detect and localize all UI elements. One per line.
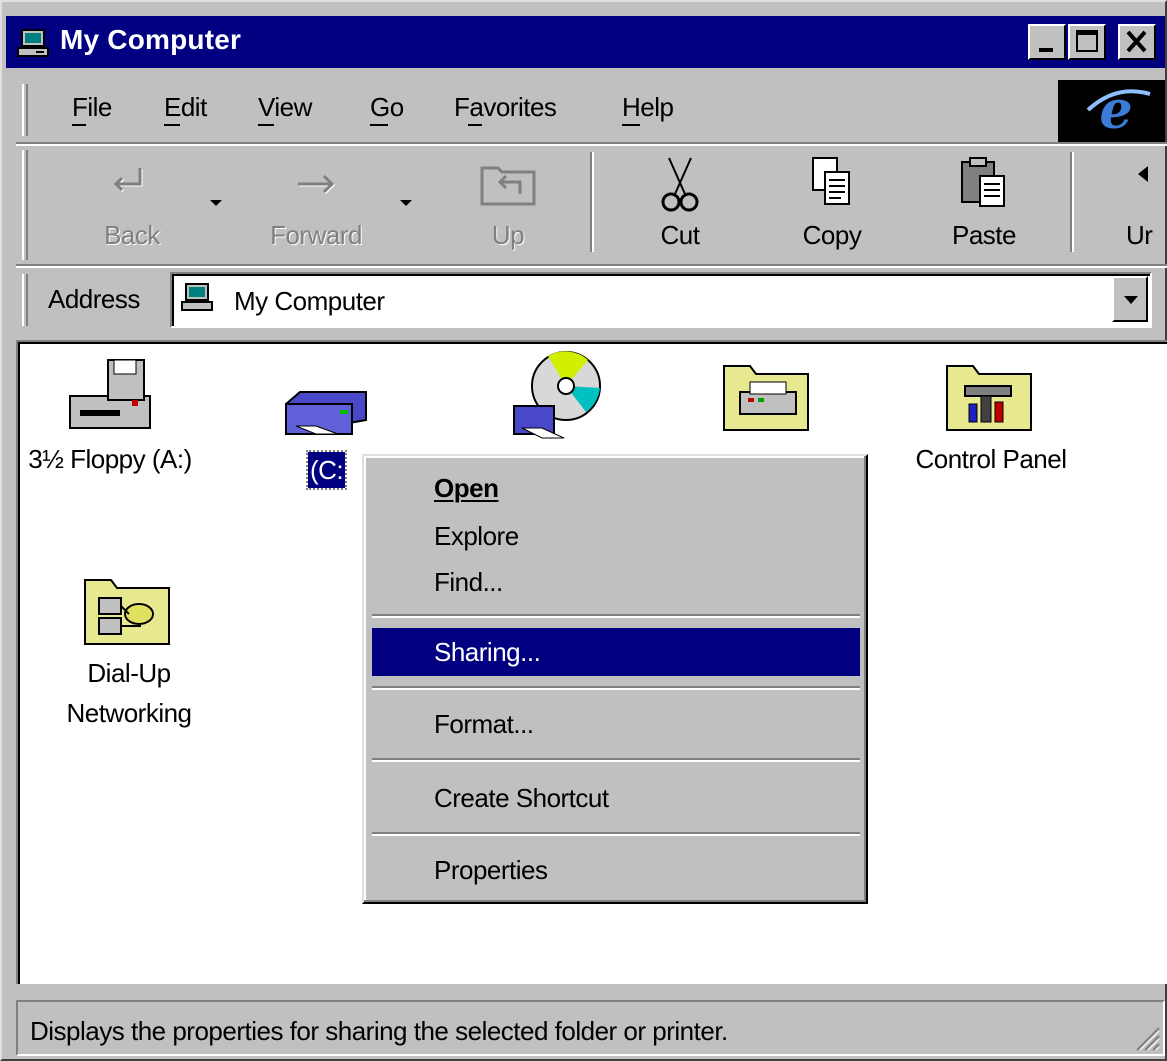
- menu-view-mnemonic: [258, 124, 274, 126]
- copy-button[interactable]: Copy: [772, 150, 892, 260]
- floppy-drive-label: 3½ Floppy (A:): [28, 444, 192, 474]
- menubar-grip[interactable]: [22, 84, 28, 136]
- cut-label: Cut: [660, 220, 700, 250]
- up-button[interactable]: Up: [448, 150, 568, 260]
- status-text: Displays the properties for sharing the …: [30, 1016, 728, 1046]
- up-label: Up: [491, 220, 525, 250]
- undo-icon: [1138, 166, 1148, 182]
- scissors-icon: [661, 157, 699, 212]
- menu-view[interactable]: View: [258, 92, 312, 123]
- menu-edit[interactable]: Edit: [164, 92, 207, 123]
- address-value: My Computer: [234, 286, 385, 316]
- undo-label: Ur: [1126, 220, 1153, 250]
- back-label: Back: [104, 220, 160, 250]
- menu-file[interactable]: File: [72, 92, 112, 123]
- maximize-icon: [1076, 30, 1098, 52]
- dial-up-networking-icon: [84, 579, 170, 645]
- hard-drive-label: (C:: [305, 450, 348, 490]
- control-panel-icon: [946, 365, 1032, 431]
- toolbar-separator-2: [1070, 152, 1074, 252]
- context-menu-separator: [372, 832, 860, 836]
- context-menu-sharing[interactable]: Sharing...: [372, 628, 860, 676]
- cd-drive-icon: [513, 351, 601, 439]
- context-menu-find[interactable]: Find...: [372, 558, 860, 606]
- printers-folder-icon: [723, 365, 809, 431]
- title-bar[interactable]: My Computer: [6, 16, 1165, 68]
- context-menu-separator: [372, 686, 860, 690]
- addressbar-grip[interactable]: [22, 274, 28, 326]
- copy-icon: [812, 157, 850, 205]
- menu-edit-mnemonic: [164, 124, 180, 126]
- toolbar-separator: [590, 152, 594, 252]
- context-menu-explore[interactable]: Explore: [372, 512, 860, 560]
- menu-favorites-mnemonic: [468, 124, 482, 126]
- back-arrow-icon: [113, 168, 143, 193]
- context-menu-separator: [372, 614, 860, 618]
- forward-button[interactable]: Forward: [256, 150, 376, 260]
- hard-drive-label-wrap: (C:: [305, 450, 348, 490]
- forward-label: Forward: [270, 220, 362, 250]
- window-title: My Computer: [60, 24, 242, 55]
- menu-go[interactable]: Go: [370, 92, 404, 123]
- context-menu-format[interactable]: Format...: [372, 700, 860, 748]
- control-panel-label: Control Panel: [915, 444, 1067, 474]
- svg-text:e: e: [1099, 80, 1132, 141]
- dial-up-networking-item[interactable]: Dial-Up Networking: [34, 570, 224, 735]
- printers-item[interactable]: [718, 356, 818, 441]
- minimize-icon: [1039, 48, 1053, 52]
- explorer-window: My Computer File Edit View Go Favorites …: [0, 0, 1167, 1061]
- paste-button[interactable]: Paste: [924, 150, 1044, 260]
- paste-icon: [961, 157, 1005, 207]
- close-button[interactable]: [1118, 24, 1156, 60]
- chevron-down-icon: [1124, 296, 1138, 304]
- context-menu-create-shortcut[interactable]: Create Shortcut: [372, 774, 860, 822]
- my-computer-icon: [17, 29, 49, 57]
- hard-drive-item[interactable]: [270, 364, 382, 449]
- undo-button[interactable]: Ur: [1090, 150, 1167, 260]
- my-computer-small-icon: [181, 283, 213, 311]
- menu-file-mnemonic: [72, 124, 86, 126]
- menu-go-mnemonic: [370, 124, 388, 126]
- floppy-drive-item[interactable]: 3½ Floppy (A:): [20, 356, 200, 477]
- status-bar: Displays the properties for sharing the …: [16, 1000, 1165, 1056]
- back-button[interactable]: Back: [72, 150, 192, 260]
- back-dropdown-arrow[interactable]: [210, 200, 222, 206]
- ie-logo: e: [1058, 80, 1165, 142]
- toolbar-grip[interactable]: [22, 150, 28, 260]
- internet-explorer-icon: e: [1086, 80, 1151, 141]
- cd-drive-item[interactable]: [502, 348, 614, 449]
- dial-up-label-line1: Dial-Up: [87, 658, 171, 688]
- close-icon: [1126, 30, 1147, 53]
- address-dropdown-button[interactable]: [1112, 276, 1148, 322]
- menubar-separator: [16, 142, 1167, 146]
- cut-button[interactable]: Cut: [620, 150, 740, 260]
- control-panel-item[interactable]: Control Panel: [886, 356, 1096, 477]
- menu-help[interactable]: Help: [622, 92, 674, 123]
- floppy-drive-icon: [69, 359, 151, 429]
- context-menu: Open Explore Find... Sharing... Format..…: [362, 454, 868, 904]
- hard-drive-icon: [285, 391, 367, 436]
- paste-label: Paste: [952, 220, 1017, 250]
- resize-grip-icon[interactable]: [1131, 1022, 1161, 1052]
- dial-up-label-line2: Networking: [66, 698, 192, 728]
- menu-favorites[interactable]: Favorites: [454, 92, 557, 123]
- address-label: Address: [48, 284, 140, 314]
- forward-arrow-icon: [298, 174, 336, 195]
- context-menu-separator: [372, 758, 860, 762]
- context-menu-properties[interactable]: Properties: [372, 846, 860, 894]
- address-input[interactable]: My Computer: [170, 272, 1152, 328]
- toolbar-separator-h: [16, 264, 1167, 268]
- folder-up-icon: [480, 166, 536, 206]
- forward-dropdown-arrow[interactable]: [400, 200, 412, 206]
- context-menu-open[interactable]: Open: [372, 464, 860, 512]
- copy-label: Copy: [802, 220, 862, 250]
- minimize-button[interactable]: [1028, 24, 1066, 60]
- menu-help-mnemonic: [622, 124, 640, 126]
- maximize-button[interactable]: [1068, 24, 1106, 60]
